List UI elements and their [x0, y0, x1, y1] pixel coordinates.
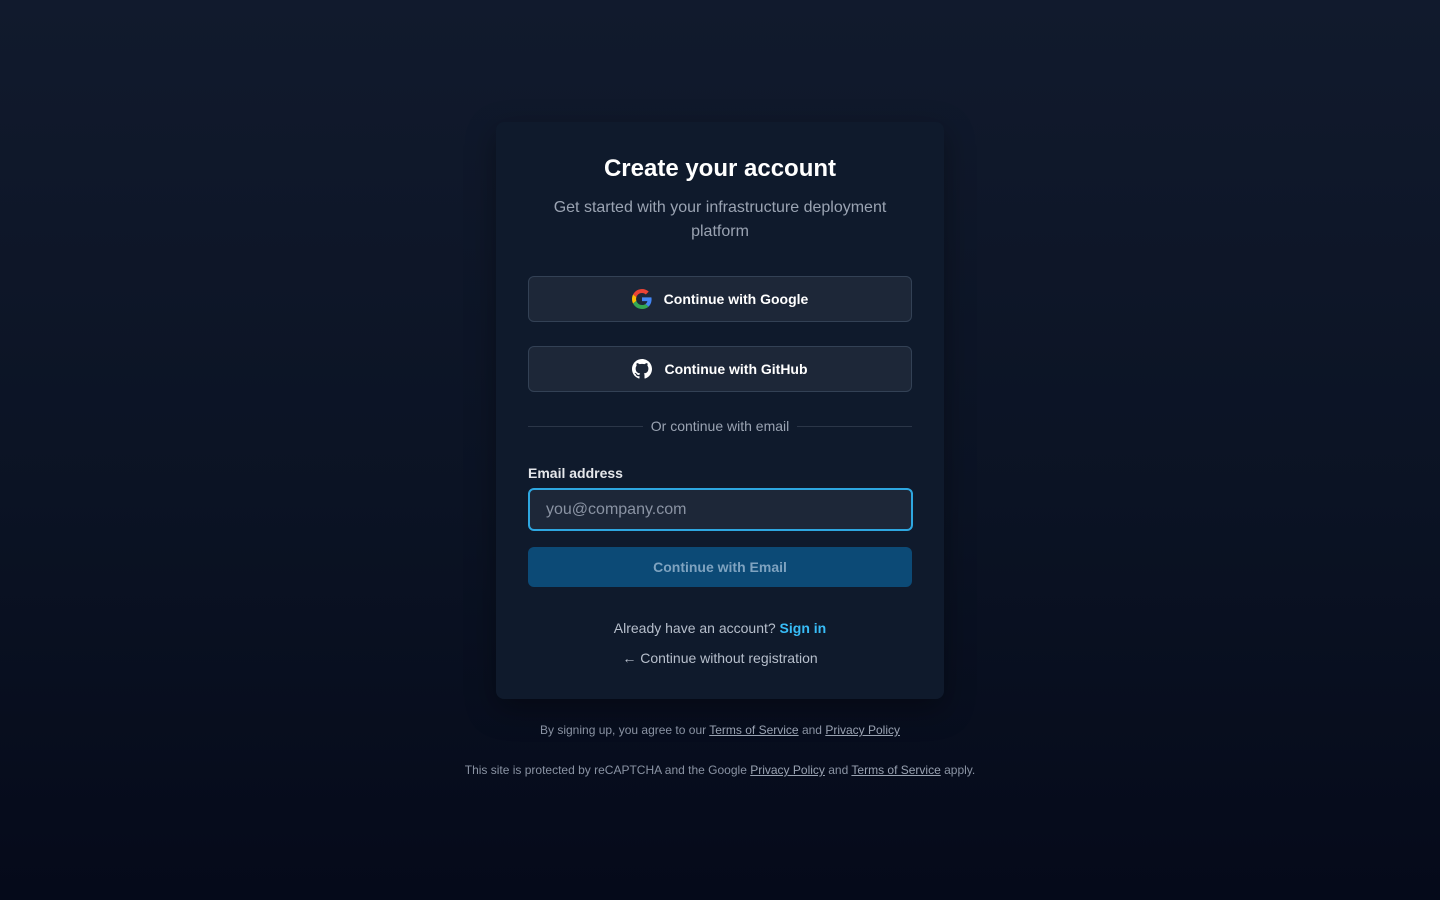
- google-privacy-policy-link[interactable]: Privacy Policy: [750, 763, 825, 777]
- google-button-label: Continue with Google: [663, 291, 809, 307]
- sign-in-link[interactable]: Sign in: [780, 620, 827, 636]
- arrow-left-icon: ←: [622, 650, 637, 666]
- recaptcha-and: and: [828, 763, 849, 777]
- continue-with-github-button[interactable]: Continue with GitHub: [528, 346, 912, 392]
- signin-row: Already have an account? Sign in: [528, 620, 912, 636]
- signup-card: Create your account Get started with you…: [496, 122, 944, 699]
- signin-prompt: Already have an account?: [613, 620, 776, 636]
- privacy-policy-link[interactable]: Privacy Policy: [825, 723, 900, 737]
- recaptcha-suffix: apply.: [944, 763, 976, 777]
- recaptcha-notice: This site is protected by reCAPTCHA and …: [0, 763, 1440, 777]
- page-title: Create your account: [603, 155, 837, 182]
- skip-label: Continue without registration: [640, 650, 818, 666]
- divider-line-left: [528, 425, 643, 427]
- terms-of-service-link[interactable]: Terms of Service: [709, 723, 798, 737]
- signup-terms-notice: By signing up, you agree to our Terms of…: [0, 723, 1440, 737]
- divider-text: Or continue with email: [650, 418, 790, 434]
- email-input[interactable]: [528, 488, 913, 531]
- page-subtitle: Get started with your infrastructure dep…: [553, 199, 887, 240]
- or-divider: Or continue with email: [528, 418, 913, 434]
- google-terms-of-service-link[interactable]: Terms of Service: [851, 763, 940, 777]
- recaptcha-prefix: This site is protected by reCAPTCHA and …: [464, 763, 747, 777]
- github-icon: [632, 359, 653, 379]
- divider-line-right: [797, 425, 913, 427]
- terms-and: and: [801, 723, 822, 737]
- continue-with-email-button[interactable]: Continue with Email: [528, 547, 912, 587]
- google-icon: [631, 289, 652, 309]
- github-button-label: Continue with GitHub: [664, 361, 808, 377]
- continue-without-registration-link[interactable]: ← Continue without registration: [528, 650, 912, 666]
- email-label: Email address: [528, 465, 623, 481]
- continue-with-google-button[interactable]: Continue with Google: [528, 276, 912, 322]
- terms-prefix: By signing up, you agree to our: [540, 723, 707, 737]
